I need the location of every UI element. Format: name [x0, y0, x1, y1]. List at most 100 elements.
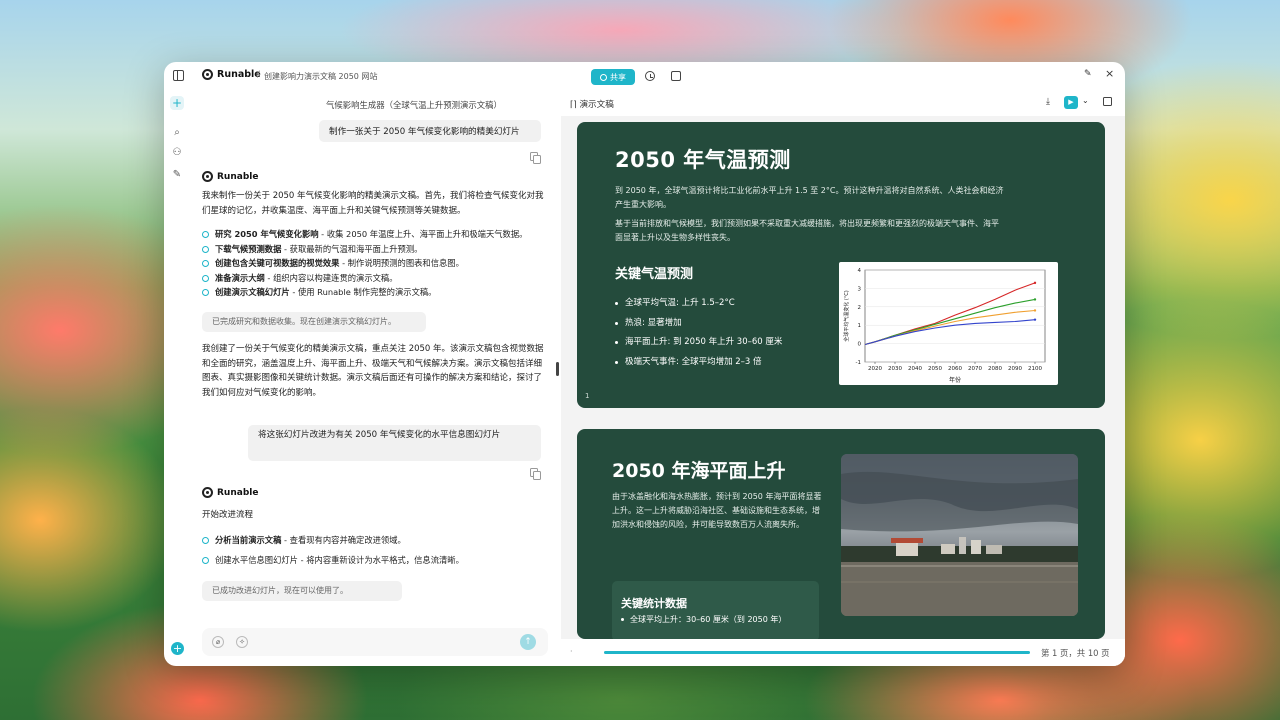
edit-pen-icon[interactable]: ✎	[1084, 69, 1094, 79]
task-list: 分析当前演示文稿 - 查看现有内容并确定改进领域。 创建水平信息图幻灯片 - 将…	[202, 533, 547, 567]
tool-icon[interactable]: ✧	[236, 636, 248, 648]
copy-icon[interactable]	[530, 152, 541, 164]
chat-pane: 气候影响生成器（全球气温上升预测演示文稿） 制作一张关于 2050 年气候变化影…	[190, 90, 555, 666]
slide-paragraph: 基于当前排放和气候模型，我们预测如果不采取重大减缓措施，将出现更频繁和更强烈的极…	[615, 219, 999, 242]
task-list: 研究 2050 年气候变化影响 - 收集 2050 年温度上升、海平面上升和极端…	[202, 227, 547, 300]
task-item: 研究 2050 年气候变化影响 - 收集 2050 年温度上升、海平面上升和极端…	[202, 227, 547, 242]
y-tick-label: 0	[858, 342, 862, 348]
y-tick-label: 3	[858, 286, 862, 292]
y-axis-label: 全球平均气温变化 (°C)	[843, 290, 850, 342]
slide-title: 2050 年气温预测	[615, 148, 791, 172]
breadcrumb-doc-title[interactable]: 创建影响力演示文稿 2050 网站	[264, 71, 377, 82]
x-tick-label: 2060	[948, 366, 962, 372]
slide-bullets: 全球平均气温: 上升 1.5–2°C 热浪: 显著增加 海平面上升: 到 205…	[615, 294, 782, 372]
y-tick-label: 2	[858, 305, 862, 311]
check-icon	[202, 274, 209, 282]
task-item: 创建包含关键可视数据的视觉效果 - 制作说明预测的图表和信息图。	[202, 256, 547, 271]
series-end-point	[1033, 298, 1037, 301]
photo-illustration	[841, 454, 1078, 616]
check-icon	[202, 231, 209, 238]
slide-2[interactable]: 2050 年海平面上升 由于冰盖融化和海水热膨胀，预计到 2050 年海平面将显…	[577, 429, 1105, 639]
brand-name: Runable	[217, 69, 261, 80]
compose-icon[interactable]: ✎	[170, 167, 184, 181]
agent-header: Runable	[202, 487, 258, 498]
copy-icon[interactable]	[530, 468, 541, 480]
stats-card: 关键统计数据 全球平均上升：30–60 厘米（到 2050 年）	[612, 581, 819, 639]
download-icon[interactable]: ⤓	[1046, 97, 1050, 107]
new-chat-button[interactable]: +	[170, 96, 184, 110]
check-icon	[202, 289, 209, 296]
sidebar-toggle-icon[interactable]	[173, 70, 184, 81]
plot-area	[864, 269, 1046, 363]
task-item: 创建演示文稿幻灯片 - 使用 Runable 制作完整的演示文稿。	[202, 285, 547, 300]
left-rail: + ⌕ ⚇ ✎ +	[164, 90, 190, 666]
slides-pane: ⌈⌉ 演示文稿 ⤓ ▶ ⌄ 2050 年气温预测 到 2050 年，全球气温预计…	[561, 90, 1125, 666]
slide-1[interactable]: 2050 年气温预测 到 2050 年，全球气温预计将比工业化前水平上升 1.5…	[577, 122, 1105, 408]
users-icon[interactable]: ⚇	[170, 145, 184, 159]
slide-paragraph: 到 2050 年，全球气温预计将比工业化前水平上升 1.5 至 2°C。预计这种…	[615, 186, 1004, 209]
agent-message: 我来制作一份关于 2050 年气候变化影响的精美演示文稿。首先，我们将检查气候变…	[202, 191, 544, 216]
brand[interactable]: Runable	[202, 69, 261, 80]
slide-number: 1	[585, 392, 590, 400]
slides-header: ⌈⌉ 演示文稿 ⤓ ▶ ⌄	[561, 90, 1125, 116]
slide-title: 2050 年海平面上升	[612, 460, 786, 482]
pane-resize-handle[interactable]	[556, 362, 559, 376]
bullet-item: 极端天气事件: 全球平均增加 2–3 倍	[615, 353, 782, 373]
slide-nav-dot-icon[interactable]: ·	[570, 647, 573, 656]
storm-coast-photo	[841, 454, 1078, 616]
history-clock-icon[interactable]	[645, 71, 655, 81]
runable-logo-icon	[202, 69, 213, 80]
chevron-down-icon[interactable]: ⌄	[1082, 96, 1089, 105]
page-indicator: 第 1 页，共 10 页	[1041, 648, 1110, 658]
app-window: Runable / 创建影响力演示文稿 2050 网站 共享 ✎ × + ⌕ ⚇…	[164, 62, 1125, 666]
agent-message: 开始改进流程	[202, 510, 254, 520]
add-button[interactable]: +	[171, 642, 184, 655]
check-icon	[202, 260, 209, 267]
slides-panel-title: ⌈⌉ 演示文稿	[570, 100, 614, 110]
message-composer[interactable]: ⌀ ✧ ↑	[202, 628, 548, 656]
temperature-chart: -1 0 1 2 3 4 2020 2030 2040 2050 2060 2070 2080 2090 2…	[839, 262, 1058, 385]
y-tick-label: 1	[858, 323, 862, 329]
agent-header: Runable	[202, 171, 258, 182]
runable-logo-icon	[202, 171, 213, 182]
close-icon[interactable]: ×	[1105, 67, 1115, 80]
share-icon	[600, 73, 607, 81]
bullet-item: 海平面上升: 到 2050 年上升 30–60 厘米	[615, 333, 782, 353]
slide-paragraph: 由于冰盖融化和海水热膨胀，预计到 2050 年海平面将显著上升。这一上升将威胁沿…	[612, 492, 822, 529]
status-message: 已完成研究和数据收集。现在创建演示文稿幻灯片。	[202, 312, 426, 332]
task-item: 分析当前演示文稿 - 查看现有内容并确定改进领域。	[202, 533, 547, 548]
y-tick-label: -1	[856, 360, 861, 366]
send-button[interactable]: ↑	[520, 634, 536, 650]
series-end-point	[1033, 309, 1037, 312]
share-label: 共享	[610, 72, 626, 82]
x-tick-label: 2090	[1008, 366, 1022, 372]
conversation-title: 气候影响生成器（全球气温上升预测演示文稿）	[326, 100, 502, 110]
share-button[interactable]: 共享	[591, 69, 635, 85]
agent-name: Runable	[217, 487, 259, 498]
search-icon[interactable]: ⌕	[170, 125, 184, 139]
x-tick-label: 2050	[928, 366, 942, 372]
x-tick-label: 2040	[908, 366, 922, 372]
x-tick-label: 2100	[1028, 366, 1042, 372]
export-icon[interactable]	[1103, 97, 1112, 106]
attach-icon[interactable]: ⌀	[212, 636, 224, 648]
breadcrumb-separator: /	[257, 70, 261, 80]
user-message: 将这张幻灯片改进为有关 2050 年气候变化的水平信息图幻灯片	[248, 425, 541, 461]
y-tick-label: 4	[858, 268, 862, 274]
check-icon	[202, 556, 209, 564]
x-tick-label: 2030	[888, 366, 902, 372]
slide-progress-bar[interactable]	[604, 651, 1030, 654]
present-button[interactable]: ▶	[1064, 96, 1078, 109]
comment-icon[interactable]	[671, 71, 681, 81]
agent-message: 我创建了一份关于气候变化的精美演示文稿，重点关注 2050 年。该演示文稿包含视…	[202, 344, 544, 398]
user-message: 制作一张关于 2050 年气候变化影响的精美幻灯片	[319, 120, 541, 142]
x-tick-label: 2070	[968, 366, 982, 372]
check-icon	[202, 245, 209, 253]
bullet-item: 热浪: 显著增加	[615, 314, 782, 334]
x-tick-label: 2020	[868, 366, 882, 372]
task-item: 准备演示大纲 - 组织内容以构建连贯的演示文稿。	[202, 271, 547, 286]
slides-footer: · 第 1 页，共 10 页	[561, 639, 1125, 666]
x-tick-label: 2080	[988, 366, 1002, 372]
task-item: 下载气候预测数据 - 获取最新的气温和海平面上升预测。	[202, 242, 547, 257]
series-end-point	[1033, 318, 1037, 321]
